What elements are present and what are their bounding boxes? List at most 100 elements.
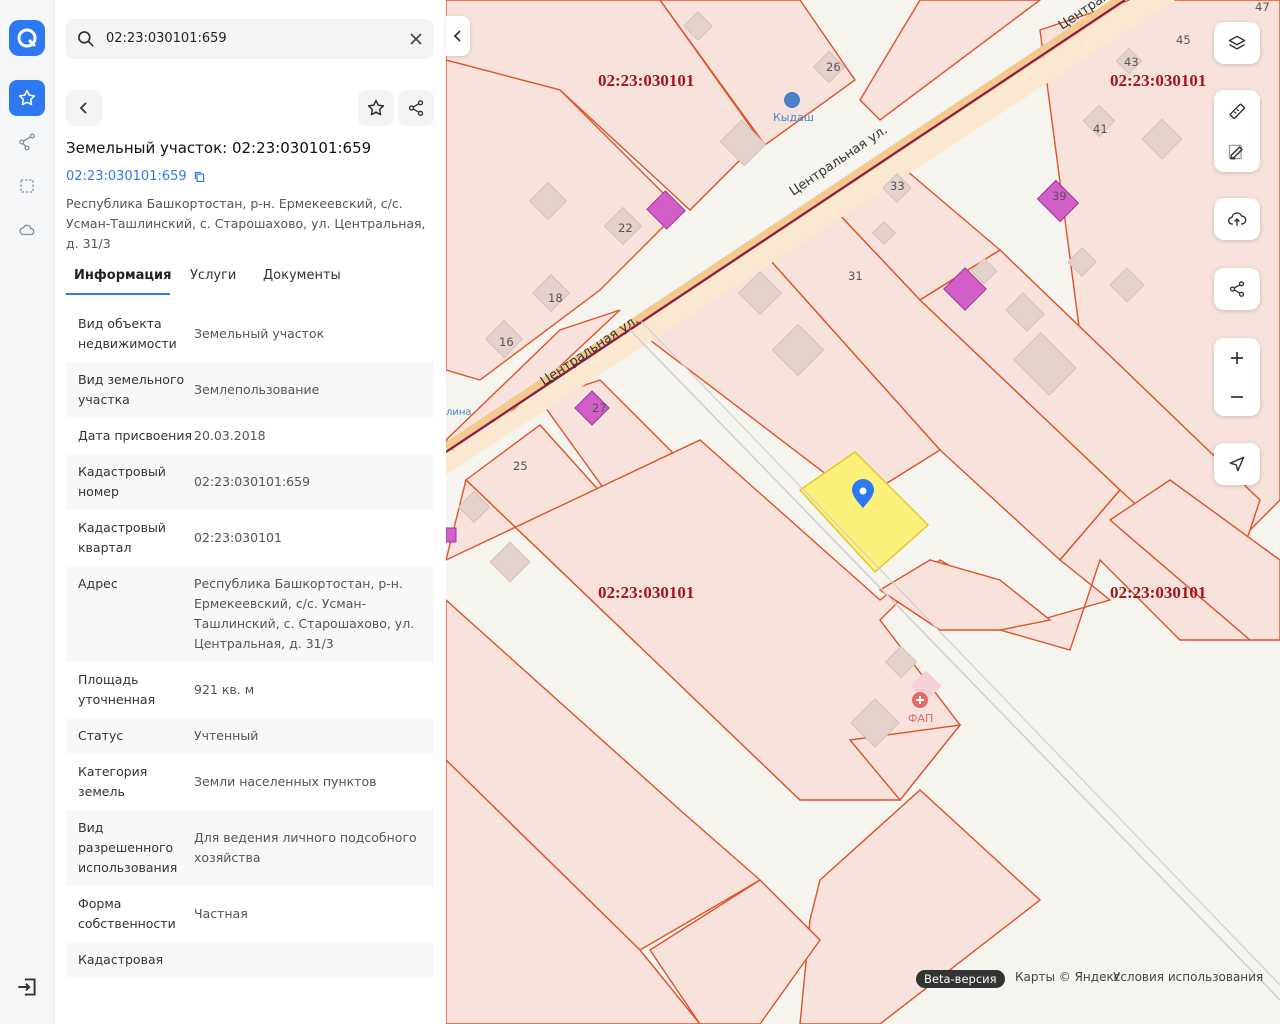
info-panel: 02:23:030101:659 Земельный участок: 02:2… (54, 0, 446, 1024)
svg-text:18: 18 (548, 291, 563, 305)
star-icon (367, 99, 385, 116)
cadastral-number-link[interactable]: 02:23:030101:659 (66, 169, 206, 184)
zoom-in-icon[interactable] (1228, 349, 1246, 367)
svg-text:41: 41 (1093, 122, 1108, 136)
svg-text:27: 27 (592, 401, 607, 415)
svg-text:39: 39 (1052, 189, 1067, 203)
map-attribution[interactable]: Карты © Яндекс (1015, 970, 1120, 984)
active-tab-indicator (66, 293, 170, 295)
left-rail (0, 0, 54, 1024)
info-key: Адрес (78, 576, 118, 591)
map-canvas[interactable]: 02:23:030101 02:23:030101 02:23:030101 0… (446, 0, 1280, 1024)
info-value: Республика Башкортостан, р-н. Ермекеевск… (194, 576, 415, 651)
svg-text:25: 25 (513, 459, 528, 473)
svg-text:33: 33 (890, 179, 905, 193)
info-row: Вид разрешенного использования Для ведени… (66, 810, 434, 886)
info-key: Вид земельного участка (78, 372, 185, 407)
info-row: Вид объекта недвижимости Земельный участо… (66, 306, 434, 362)
info-key: Дата присвоения (78, 428, 192, 443)
info-value: 921 кв. м (194, 682, 255, 697)
measure-tools (1214, 90, 1260, 172)
search-box[interactable]: 02:23:030101:659 (66, 19, 434, 59)
svg-text:31: 31 (848, 269, 863, 283)
quarter-label-nw: 02:23:030101 (598, 71, 694, 90)
ruler-icon[interactable] (1227, 101, 1247, 121)
edit-icon[interactable] (1227, 142, 1247, 162)
svg-text:16: 16 (499, 335, 514, 349)
page-title: Земельный участок: 02:23:030101:659 (66, 139, 372, 157)
info-key: Кадастровая (78, 952, 164, 967)
zoom-out-icon[interactable] (1228, 388, 1246, 406)
tab-services[interactable]: Услуги (190, 268, 236, 283)
svg-text:43: 43 (1124, 55, 1139, 69)
cloud-icon[interactable] (9, 212, 45, 248)
info-value (194, 950, 422, 970)
logout-icon[interactable] (14, 974, 40, 1004)
info-row: Вид земельного участка Землепользование (66, 362, 434, 418)
cadastral-number-text[interactable]: 02:23:030101:659 (66, 169, 187, 184)
logo-icon[interactable] (9, 20, 45, 56)
svg-text:26: 26 (826, 60, 841, 74)
zoom-controls (1214, 338, 1260, 416)
info-key: Форма собственности (78, 896, 176, 931)
info-value: 02:23:030101:659 (194, 474, 311, 489)
info-value: Земельный участок (194, 326, 325, 341)
info-key: Категория земель (78, 764, 148, 799)
chevron-left-icon (79, 102, 87, 114)
selection-icon[interactable] (9, 168, 45, 204)
info-value: 02:23:030101 (194, 530, 282, 545)
quarter-label-sw: 02:23:030101 (598, 583, 694, 602)
info-row: Кадастровая (66, 942, 434, 978)
tab-documents[interactable]: Документы (263, 268, 341, 283)
info-row: Площадь уточненная 921 кв. м (66, 662, 434, 718)
info-row: Категория земель Земли населенных пунктов (66, 754, 434, 810)
copy-icon[interactable] (193, 170, 206, 183)
cadastral-map[interactable]: 02:23:030101 02:23:030101 02:23:030101 0… (446, 0, 1280, 1024)
info-table: Вид объекта недвижимости Земельный участо… (66, 306, 434, 1002)
svg-text:45: 45 (1176, 33, 1191, 47)
info-key: Площадь уточненная (78, 672, 156, 707)
info-value: Учтенный (194, 728, 259, 743)
info-row: Форма собственности Частная (66, 886, 434, 942)
tab-information[interactable]: Информация (74, 268, 172, 283)
info-value: Частная (194, 906, 248, 921)
chevron-left-icon (453, 30, 461, 42)
beta-badge: Beta-версия (916, 970, 1005, 988)
share-icon (408, 100, 424, 116)
info-row: Статус Учтенный (66, 718, 434, 754)
share-button[interactable] (398, 90, 434, 126)
route-icon[interactable] (9, 124, 45, 160)
upload-icon (1228, 212, 1247, 226)
layers-icon (1228, 35, 1246, 50)
svg-text:22: 22 (618, 221, 633, 235)
info-key: Вид объекта недвижимости (78, 316, 177, 351)
quarter-label-se: 02:23:030101 (1110, 583, 1206, 602)
info-row: Кадастровый номер 02:23:030101:659 (66, 454, 434, 510)
upload-button[interactable] (1214, 198, 1260, 240)
info-row: Кадастровый квартал 02:23:030101 (66, 510, 434, 566)
search-input[interactable]: 02:23:030101:659 (106, 31, 227, 46)
back-button[interactable] (66, 90, 102, 126)
info-key: Кадастровый номер (78, 464, 166, 499)
address-text: Республика Башкортостан, р-н. Ермекеевск… (66, 196, 426, 251)
collapse-panel-button[interactable] (446, 16, 470, 56)
close-icon[interactable] (408, 31, 424, 51)
locate-button[interactable] (1214, 443, 1260, 485)
quarter-label-ne: 02:23:030101 (1110, 71, 1206, 90)
layers-button[interactable] (1214, 22, 1260, 64)
info-key: Кадастровый квартал (78, 520, 166, 555)
svg-text:ФАП: ФАП (908, 712, 933, 725)
terms-link[interactable]: Условия использования (1113, 970, 1263, 984)
info-value: Землепользование (194, 382, 320, 397)
tab-bar: Информация Услуги Документы (66, 264, 434, 296)
star-icon[interactable] (9, 80, 45, 116)
map-share-button[interactable] (1214, 268, 1260, 310)
favorite-button[interactable] (358, 90, 394, 126)
svg-text:Кыдаш: Кыдаш (773, 111, 814, 124)
info-row: Дата присвоения 20.03.2018 (66, 418, 434, 454)
share-icon (1229, 281, 1245, 297)
poi-label-partial: лина (446, 407, 472, 418)
info-key: Вид разрешенного использования (78, 820, 178, 875)
info-key: Статус (78, 728, 124, 743)
info-value: Земли населенных пунктов (194, 774, 377, 789)
